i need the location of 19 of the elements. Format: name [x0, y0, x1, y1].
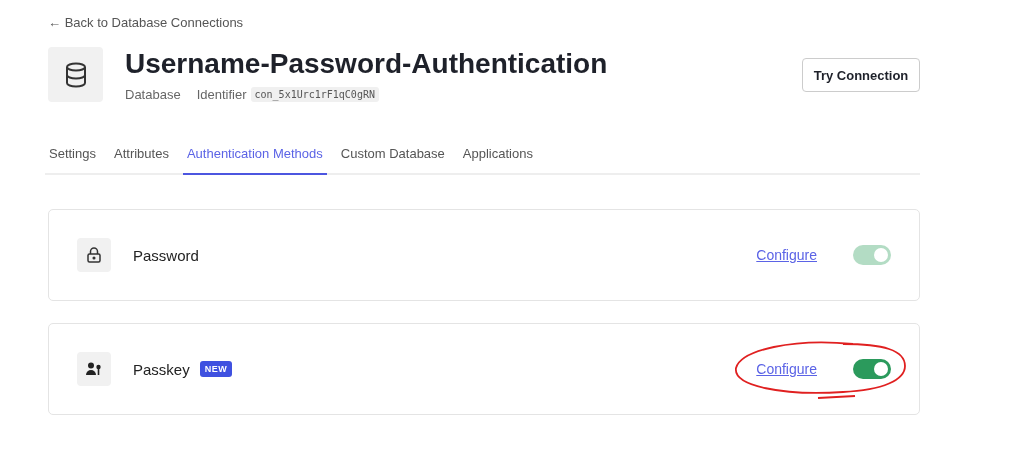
tab[interactable]: Authentication Methods: [182, 146, 327, 175]
tab[interactable]: Applications: [458, 146, 537, 175]
identifier-label: Identifier: [196, 87, 247, 102]
back-link[interactable]: ← Back to Database Connections: [48, 12, 244, 32]
method-toggle[interactable]: [853, 359, 891, 379]
connection-type: Database: [125, 87, 181, 102]
tab[interactable]: Custom Database: [336, 146, 449, 175]
method-name: Passkey: [133, 360, 190, 378]
person-key-icon: [86, 362, 102, 376]
configure-link[interactable]: Configure: [756, 361, 817, 377]
connection-title: Username-Password-Authentication: [125, 47, 609, 81]
database-icon: [48, 47, 103, 102]
try-connection-button[interactable]: Try Connection: [802, 58, 920, 92]
method-name: Password: [133, 246, 199, 264]
new-badge: NEW: [199, 361, 233, 377]
tab[interactable]: Attributes: [110, 146, 173, 175]
lock-icon: [87, 247, 101, 263]
identifier-code: con_5x1Urc1rF1qC0gRN: [250, 87, 379, 102]
tab[interactable]: Settings: [45, 146, 100, 175]
